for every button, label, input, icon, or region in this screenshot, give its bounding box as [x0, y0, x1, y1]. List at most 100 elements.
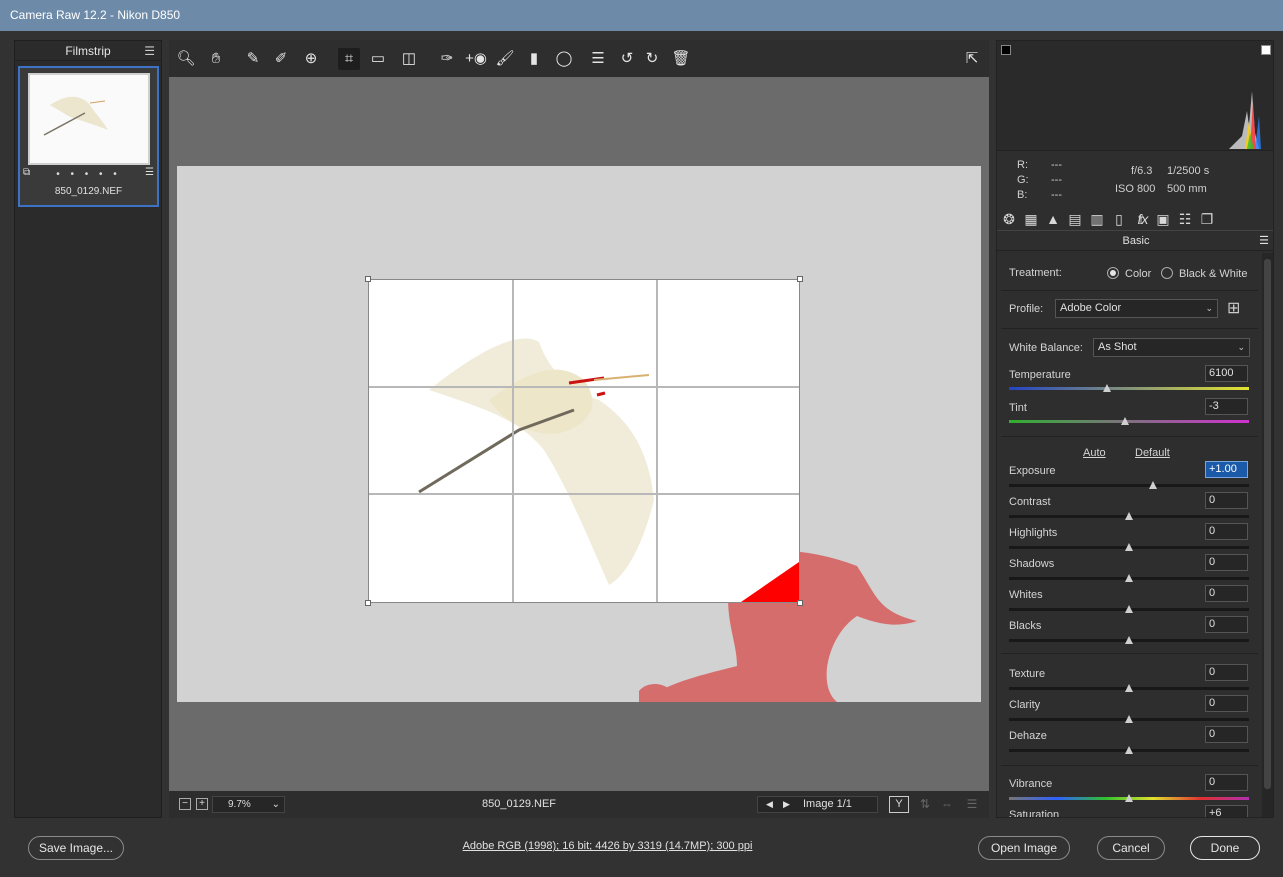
- shadows-value[interactable]: 0: [1205, 554, 1248, 571]
- next-image-icon[interactable]: ▶: [783, 797, 790, 812]
- tab-snapshots-icon[interactable]: ❐: [1198, 210, 1216, 228]
- temperature-slider-knob[interactable]: [1103, 384, 1111, 392]
- cancel-button[interactable]: Cancel: [1097, 836, 1165, 860]
- texture-value[interactable]: 0: [1205, 664, 1248, 681]
- graduated-filter-icon[interactable]: ▮: [523, 48, 545, 70]
- whites-label: Whites: [1009, 589, 1043, 601]
- crop-overlay[interactable]: [365, 276, 803, 606]
- copy-settings-icon[interactable]: ⇔: [937, 796, 957, 813]
- highlights-label: Highlights: [1009, 527, 1058, 539]
- rotate-left-icon[interactable]: ↺: [616, 48, 638, 70]
- treatment-bw-radio[interactable]: [1161, 267, 1173, 279]
- zoom-icon[interactable]: 🔍︎: [175, 48, 197, 70]
- hand-icon[interactable]: ✋︎: [205, 48, 227, 70]
- filmstrip-menu-icon[interactable]: ☰: [144, 41, 155, 61]
- preview-image[interactable]: [177, 166, 981, 702]
- straighten-icon[interactable]: ▭: [367, 48, 389, 70]
- target-adjust-icon[interactable]: ⊕: [300, 48, 322, 70]
- rotate-right-icon[interactable]: ↻: [641, 48, 663, 70]
- blacks-slider-knob[interactable]: [1125, 636, 1133, 644]
- exposure-value[interactable]: +1.00: [1205, 461, 1248, 478]
- clarity-value[interactable]: 0: [1205, 695, 1248, 712]
- contrast-slider-knob[interactable]: [1125, 512, 1133, 520]
- temperature-slider[interactable]: [1009, 387, 1249, 390]
- tab-calibration-icon[interactable]: ▣: [1154, 210, 1172, 228]
- tab-tone-curve-icon[interactable]: ▦: [1022, 210, 1040, 228]
- vibrance-slider-knob[interactable]: [1125, 794, 1133, 802]
- temperature-label: Temperature: [1009, 369, 1071, 381]
- tab-effects-icon[interactable]: fx: [1134, 210, 1152, 228]
- transform-icon[interactable]: ◫: [398, 48, 420, 70]
- rating-dots[interactable]: • • • • •: [20, 169, 157, 180]
- treatment-color-radio[interactable]: [1107, 267, 1119, 279]
- white-balance-icon[interactable]: ✎: [242, 48, 264, 70]
- blacks-value[interactable]: 0: [1205, 616, 1248, 633]
- whites-slider-knob[interactable]: [1125, 605, 1133, 613]
- section-menu-icon[interactable]: ☰: [1259, 231, 1269, 251]
- panel-scrollbar[interactable]: [1262, 253, 1273, 817]
- divider: [1001, 436, 1258, 437]
- highlights-slider-knob[interactable]: [1125, 543, 1133, 551]
- adjustment-brush-icon[interactable]: 🖌︎: [494, 48, 516, 70]
- image-canvas[interactable]: [169, 77, 989, 791]
- temperature-value[interactable]: 6100: [1205, 365, 1248, 382]
- saturation-value[interactable]: +6: [1205, 805, 1248, 817]
- white-balance-select[interactable]: As Shot ⌄: [1093, 338, 1250, 357]
- done-button[interactable]: Done: [1190, 836, 1260, 860]
- tab-lens-icon[interactable]: ▯: [1110, 210, 1128, 228]
- blacks-label: Blacks: [1009, 620, 1042, 632]
- profile-select[interactable]: Adobe Color ⌄: [1055, 299, 1218, 318]
- swap-before-after-icon[interactable]: ⇅: [915, 796, 935, 813]
- whites-value[interactable]: 0: [1205, 585, 1248, 602]
- filmstrip-item[interactable]: ⧉ • • • • • ☰ 850_0129.NEF: [18, 66, 159, 207]
- contrast-value[interactable]: 0: [1205, 492, 1248, 509]
- divider: [1001, 765, 1258, 766]
- tab-hsl-icon[interactable]: ▤: [1066, 210, 1084, 228]
- color-sampler-icon[interactable]: ✐: [270, 48, 292, 70]
- tab-presets-icon[interactable]: ☷: [1176, 210, 1194, 228]
- shadows-slider-knob[interactable]: [1125, 574, 1133, 582]
- crop-grid-line: [369, 493, 799, 495]
- toggle-settings-icon[interactable]: ☰: [962, 796, 982, 813]
- default-button[interactable]: Default: [1135, 447, 1170, 459]
- iso-value: ISO 800: [1115, 183, 1156, 195]
- open-image-button[interactable]: Open Image: [978, 836, 1070, 860]
- spot-removal-icon[interactable]: ✑: [436, 48, 458, 70]
- radial-filter-icon[interactable]: ◯: [553, 48, 575, 70]
- camera-raw-app: Filmstrip ☰ ⧉ • • • • • ☰ 850_0129.NEF 🔍…: [0, 31, 1283, 877]
- tab-basic-icon[interactable]: ❂: [1000, 210, 1018, 228]
- tab-detail-icon[interactable]: ▲: [1044, 210, 1062, 228]
- tab-split-toning-icon[interactable]: ▥: [1088, 210, 1106, 228]
- panel-scroll-area[interactable]: Treatment: Color Black & White Profile: …: [997, 253, 1262, 818]
- presets-list-icon[interactable]: ☰: [587, 48, 609, 70]
- texture-slider-knob[interactable]: [1125, 684, 1133, 692]
- prev-image-icon[interactable]: ◀: [766, 797, 773, 812]
- saturation-label: Saturation: [1009, 809, 1060, 818]
- chevron-down-icon: ⌄: [1205, 303, 1213, 313]
- exposure-slider[interactable]: [1009, 484, 1249, 487]
- vibrance-label: Vibrance: [1009, 778, 1053, 790]
- trash-icon[interactable]: 🗑︎: [670, 48, 692, 70]
- crop-handle[interactable]: [797, 600, 803, 606]
- vibrance-value[interactable]: 0: [1205, 774, 1248, 791]
- crop-icon[interactable]: ⌗: [338, 48, 360, 70]
- before-after-button[interactable]: Y: [889, 796, 909, 813]
- adjusted-badge-icon: ☰: [145, 167, 154, 178]
- readout-r-label: R:: [1017, 159, 1028, 171]
- highlights-value[interactable]: 0: [1205, 523, 1248, 540]
- dehaze-value[interactable]: 0: [1205, 726, 1248, 743]
- fullscreen-icon[interactable]: ⇱: [961, 48, 983, 70]
- auto-button[interactable]: Auto: [1083, 447, 1106, 459]
- tint-slider[interactable]: [1009, 420, 1249, 423]
- crop-handle[interactable]: [365, 600, 371, 606]
- dehaze-slider-knob[interactable]: [1125, 746, 1133, 754]
- exposure-slider-knob[interactable]: [1149, 481, 1157, 489]
- red-eye-icon[interactable]: +◉: [465, 48, 487, 70]
- tint-slider-knob[interactable]: [1121, 417, 1129, 425]
- clarity-slider-knob[interactable]: [1125, 715, 1133, 723]
- scrollbar-thumb[interactable]: [1264, 259, 1271, 789]
- crop-handle[interactable]: [365, 276, 371, 282]
- tint-value[interactable]: -3: [1205, 398, 1248, 415]
- profile-browser-icon[interactable]: ⊞: [1227, 298, 1240, 318]
- crop-handle[interactable]: [797, 276, 803, 282]
